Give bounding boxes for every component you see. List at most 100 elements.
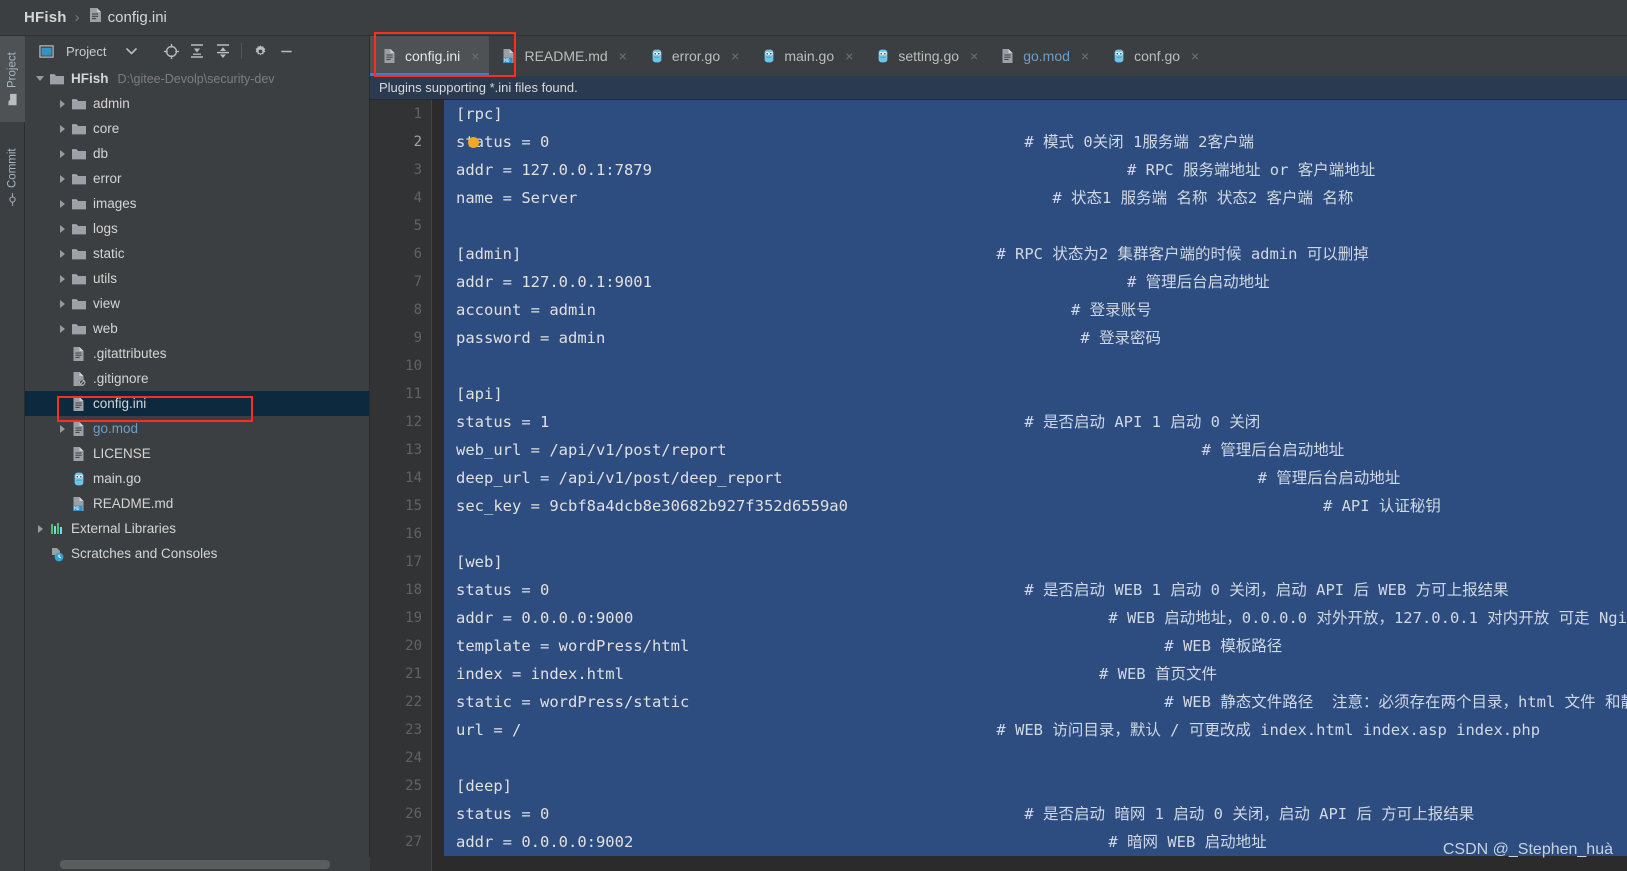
tree-node-logs[interactable]: logs bbox=[25, 216, 369, 241]
tree-node-readme-md[interactable]: MD README.md bbox=[25, 491, 369, 516]
line-number: 18 bbox=[405, 582, 422, 598]
code-line[interactable] bbox=[444, 520, 1627, 548]
expand-all-icon[interactable] bbox=[184, 39, 210, 63]
code-line[interactable]: [admin] # RPC 状态为2 集群客户端的时候 admin 可以删掉 bbox=[444, 240, 1627, 268]
line-number: 5 bbox=[413, 218, 422, 234]
tree-node-static[interactable]: static bbox=[25, 241, 369, 266]
code-line-text: [api] bbox=[456, 385, 503, 403]
code-line[interactable] bbox=[444, 744, 1627, 772]
tree-node-label: .gitignore bbox=[93, 371, 149, 386]
chevron-right-icon[interactable] bbox=[53, 424, 71, 433]
tree-node-db[interactable]: db bbox=[25, 141, 369, 166]
chevron-down-icon[interactable] bbox=[31, 76, 49, 81]
close-icon[interactable]: × bbox=[845, 48, 853, 64]
code-line[interactable]: password = admin # 登录密码 bbox=[444, 324, 1627, 352]
code-line[interactable]: web_url = /api/v1/post/report # 管理后台启动地址 bbox=[444, 436, 1627, 464]
code-editor[interactable]: 1 2 3 4 5 6 7 8 9 10 11 12 13 14 15 16 17 18 19 20 21 22 23 24 2… bbox=[370, 100, 1627, 871]
code-line[interactable]: account = admin # 登录账号 bbox=[444, 296, 1627, 324]
code-content[interactable]: [rpc] status = 0 # 模式 0关闭 1服务端 2客户端 addr = … bbox=[444, 100, 1627, 871]
tree-node-utils[interactable]: utils bbox=[25, 266, 369, 291]
editor-tab-conf-go[interactable]: conf.go × bbox=[1099, 36, 1209, 76]
breadcrumb-file[interactable]: config.ini bbox=[108, 9, 167, 26]
chevron-right-icon[interactable] bbox=[53, 299, 71, 308]
editor-tab-bar[interactable]: config.ini × MD README.md × error.go × main.go ×… bbox=[370, 36, 1627, 76]
tree-node-go-mod[interactable]: go.mod bbox=[25, 416, 369, 441]
collapse-all-icon[interactable] bbox=[210, 39, 236, 63]
project-horizontal-scrollbar[interactable] bbox=[25, 857, 370, 871]
chevron-right-icon[interactable] bbox=[53, 149, 71, 158]
tree-node-core[interactable]: core bbox=[25, 116, 369, 141]
go-file-icon bbox=[71, 471, 87, 487]
tree-node-label: go.mod bbox=[93, 421, 139, 436]
tree-node-view[interactable]: view bbox=[25, 291, 369, 316]
close-icon[interactable]: × bbox=[970, 48, 978, 64]
close-icon[interactable]: × bbox=[731, 48, 739, 64]
code-line[interactable]: [deep] bbox=[444, 772, 1627, 800]
chevron-right-icon[interactable] bbox=[53, 199, 71, 208]
code-line-comment: # 管理后台启动地址 bbox=[1201, 441, 1345, 459]
tree-node-error[interactable]: error bbox=[25, 166, 369, 191]
tree-node--gitignore[interactable]: .gitignore bbox=[25, 366, 369, 391]
code-line[interactable]: name = Server # 状态1 服务端 名称 状态2 客户端 名称 bbox=[444, 184, 1627, 212]
close-icon[interactable]: × bbox=[1191, 48, 1199, 64]
tree-node-web[interactable]: web bbox=[25, 316, 369, 341]
gear-icon[interactable] bbox=[247, 39, 273, 63]
tree-node-config-ini[interactable]: config.ini bbox=[25, 391, 369, 416]
editor-tab-readme-md[interactable]: MD README.md × bbox=[489, 36, 636, 76]
editor-tab-go-mod[interactable]: go.mod × bbox=[988, 36, 1099, 76]
editor-tab-setting-go[interactable]: setting.go × bbox=[863, 36, 988, 76]
tree-node-scratches-and-consoles[interactable]: Scratches and Consoles bbox=[25, 541, 369, 566]
tree-node-license[interactable]: LICENSE bbox=[25, 441, 369, 466]
code-line[interactable] bbox=[444, 212, 1627, 240]
project-tree[interactable]: HFish D:\gitee-Devolp\security-dev admin co… bbox=[25, 66, 369, 857]
code-line[interactable]: deep_url = /api/v1/post/deep_report # 管理后… bbox=[444, 464, 1627, 492]
chevron-right-icon[interactable] bbox=[53, 174, 71, 183]
project-view-title[interactable]: Project bbox=[66, 44, 106, 59]
tree-node-admin[interactable]: admin bbox=[25, 91, 369, 116]
scrollbar-thumb[interactable] bbox=[60, 860, 330, 869]
code-line[interactable]: addr = 127.0.0.1:9001 # 管理后台启动地址 bbox=[444, 268, 1627, 296]
code-line[interactable]: index = index.html # WEB 首页文件 bbox=[444, 660, 1627, 688]
chevron-right-icon[interactable] bbox=[31, 524, 49, 533]
chevron-right-icon[interactable] bbox=[53, 274, 71, 283]
code-line[interactable]: static = wordPress/static # WEB 静态文件路径 注意… bbox=[444, 688, 1627, 716]
code-line[interactable]: status = 0 # 是否启动 WEB 1 启动 0 关闭，启动 API 后 … bbox=[444, 576, 1627, 604]
editor-tab-config-ini[interactable]: config.ini × bbox=[370, 36, 490, 76]
close-icon[interactable]: × bbox=[619, 48, 627, 64]
locate-target-icon[interactable] bbox=[158, 39, 184, 63]
code-line[interactable]: status = 0 # 是否启动 暗网 1 启动 0 关闭，启动 API 后 方… bbox=[444, 800, 1627, 828]
breadcrumb-project[interactable]: HFish bbox=[24, 9, 67, 26]
tool-button-project[interactable]: Project bbox=[0, 36, 25, 122]
code-line-comment: # 是否启动 API 1 启动 0 关闭 bbox=[1024, 413, 1261, 431]
tree-node-label: config.ini bbox=[93, 396, 147, 411]
chevron-right-icon[interactable] bbox=[53, 224, 71, 233]
editor-tab-main-go[interactable]: main.go × bbox=[749, 36, 863, 76]
code-line[interactable]: url = / # WEB 访问目录，默认 / 可更改成 index.html i… bbox=[444, 716, 1627, 744]
code-line[interactable]: [rpc] bbox=[444, 100, 1627, 128]
tree-node-main-go[interactable]: main.go bbox=[25, 466, 369, 491]
folder-icon bbox=[6, 93, 19, 106]
code-line[interactable]: [api] bbox=[444, 380, 1627, 408]
close-icon[interactable]: × bbox=[1081, 48, 1089, 64]
tree-node-external-libraries[interactable]: External Libraries bbox=[25, 516, 369, 541]
editor-tab-error-go[interactable]: error.go × bbox=[637, 36, 749, 76]
chevron-right-icon[interactable] bbox=[53, 124, 71, 133]
chevron-down-icon[interactable] bbox=[118, 39, 144, 63]
tree-node--gitattributes[interactable]: .gitattributes bbox=[25, 341, 369, 366]
tree-node-images[interactable]: images bbox=[25, 191, 369, 216]
code-line[interactable]: status = 1 # 是否启动 API 1 启动 0 关闭 bbox=[444, 408, 1627, 436]
chevron-right-icon[interactable] bbox=[53, 249, 71, 258]
tool-button-commit[interactable]: Commit bbox=[0, 132, 25, 222]
chevron-right-icon[interactable] bbox=[53, 324, 71, 333]
code-line[interactable]: addr = 0.0.0.0:9000 # WEB 启动地址，0.0.0.0 对外… bbox=[444, 604, 1627, 632]
tree-node-hfish[interactable]: HFish D:\gitee-Devolp\security-dev bbox=[25, 66, 369, 91]
code-line[interactable]: template = wordPress/html # WEB 模板路径 bbox=[444, 632, 1627, 660]
code-line[interactable] bbox=[444, 352, 1627, 380]
minimize-icon[interactable] bbox=[273, 39, 299, 63]
close-icon[interactable]: × bbox=[471, 48, 479, 64]
code-line[interactable]: status = 0 # 模式 0关闭 1服务端 2客户端 bbox=[444, 128, 1627, 156]
chevron-right-icon[interactable] bbox=[53, 99, 71, 108]
code-line[interactable]: sec_key = 9cbf8a4dcb8e30682b927f352d6559… bbox=[444, 492, 1627, 520]
code-line[interactable]: addr = 127.0.0.1:7879 # RPC 服务端地址 or 客户端地… bbox=[444, 156, 1627, 184]
code-line[interactable]: [web] bbox=[444, 548, 1627, 576]
